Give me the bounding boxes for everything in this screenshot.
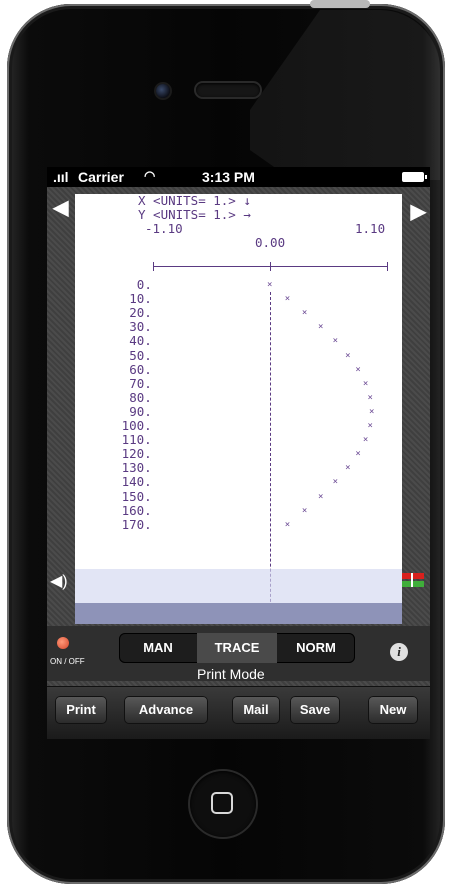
plot-point: ×: [367, 392, 373, 403]
plot-point: ×: [362, 435, 369, 446]
new-button[interactable]: New: [368, 696, 418, 724]
print-mode-label: Print Mode: [197, 666, 265, 682]
plot-point: ×: [369, 406, 375, 417]
plot-point: ×: [267, 280, 273, 290]
print-button[interactable]: Print: [55, 696, 107, 724]
plot-point: ×: [367, 421, 373, 431]
row-label: 30.: [129, 319, 152, 335]
row-label: 50.: [129, 347, 152, 363]
row-label: 110.: [121, 432, 152, 448]
row-label: 40.: [129, 333, 152, 349]
header-line: 0.00: [255, 235, 286, 250]
earpiece-speaker: [196, 83, 260, 97]
plot-point: ×: [355, 449, 361, 460]
save-button[interactable]: Save: [290, 696, 340, 724]
speaker-icon[interactable]: ◀): [50, 571, 68, 591]
printout-paper: X <UNITS= 1.> ↓ Y <UNITS= 1.> → -1.10 1.10 0…: [75, 194, 402, 624]
camera: [156, 84, 170, 98]
plot-point: ×: [301, 308, 308, 319]
row-label: 60.: [129, 361, 152, 377]
plot-point: ×: [332, 336, 338, 347]
power-toggle-icon[interactable]: [57, 637, 69, 649]
paper-tear-bar: [75, 603, 402, 624]
plot-point: ×: [332, 477, 338, 488]
plot-point: ×: [355, 364, 361, 375]
row-label: 120.: [121, 446, 152, 462]
wifi-icon: ◠: [144, 168, 156, 183]
print-mode-selector: MAN TRACE NORM: [119, 633, 355, 663]
row-label: 150.: [121, 488, 152, 504]
signal-icon: .ııl: [53, 169, 69, 185]
plot-point: ×: [362, 378, 369, 389]
clock: 3:13 PM: [202, 169, 255, 185]
power-button[interactable]: [310, 0, 370, 8]
row-label: 10.: [129, 291, 152, 307]
mode-norm-button[interactable]: NORM: [277, 633, 355, 663]
row-label: 140.: [121, 474, 152, 490]
carrier-label: Carrier: [78, 169, 124, 185]
plot-point: ×: [345, 463, 351, 474]
header-line: -1.10: [145, 221, 183, 236]
row-label: 0.: [136, 277, 152, 292]
home-button[interactable]: [190, 771, 256, 837]
row-label: 90.: [129, 403, 152, 419]
row-label: 80.: [129, 389, 152, 405]
scale-tick-left: [153, 262, 154, 271]
screen: .ııl Carrier ◠ 3:13 PM ◀ ▶ X <UNITS= 1.>…: [47, 167, 430, 739]
mode-man-button[interactable]: MAN: [119, 633, 197, 663]
battery-icon: [402, 172, 427, 182]
plot-point: ×: [318, 491, 324, 502]
status-bar: .ııl Carrier ◠ 3:13 PM: [47, 167, 430, 187]
row-label: 100.: [121, 418, 152, 433]
row-label: 130.: [121, 460, 152, 476]
row-label: 20.: [129, 305, 152, 321]
plot-point: ×: [284, 519, 291, 530]
mode-trace-button[interactable]: TRACE: [197, 633, 277, 663]
paper-color-icon[interactable]: [402, 573, 424, 593]
left-arrow-icon[interactable]: ◀: [53, 195, 68, 220]
scale-tick-center: [270, 262, 271, 271]
plot-point: ×: [345, 350, 351, 361]
plot-point: ×: [318, 322, 324, 333]
row-label: 70.: [129, 375, 152, 391]
plot-point: ×: [301, 505, 308, 516]
scale-tick-right: [387, 262, 388, 271]
onoff-label: ON / OFF: [50, 657, 85, 666]
plot-point: ×: [284, 294, 291, 305]
header-line: 1.10: [355, 221, 386, 236]
toolbar: Print Advance Mail Save New: [47, 686, 430, 739]
advance-button[interactable]: Advance: [124, 696, 208, 724]
row-label: 160.: [121, 502, 152, 518]
info-icon[interactable]: i: [390, 643, 408, 661]
glare: [250, 10, 440, 180]
mail-button[interactable]: Mail: [232, 696, 280, 724]
row-label: 170.: [121, 516, 152, 532]
home-square-icon: [211, 792, 233, 814]
right-arrow-icon[interactable]: ▶: [411, 199, 426, 224]
